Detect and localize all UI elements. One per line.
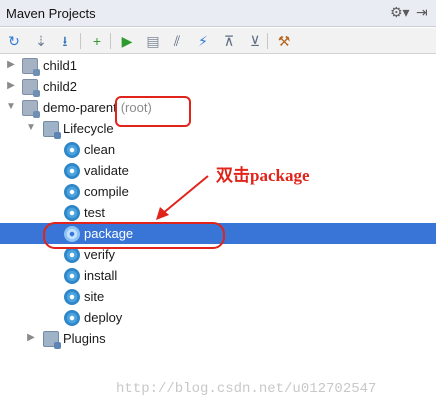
goal-label: validate bbox=[84, 163, 129, 178]
module-icon bbox=[22, 58, 40, 76]
tree-item-demo-parent[interactable]: ▼ demo-parent (root) bbox=[0, 97, 436, 118]
download-icon[interactable]: ⭳ bbox=[55, 31, 75, 51]
toolbar-separator bbox=[80, 33, 81, 49]
goal-gear-icon bbox=[64, 247, 80, 263]
generate-sources-icon[interactable]: ⇣ bbox=[31, 31, 51, 51]
watermark: http://blog.csdn.net/u012702547 bbox=[116, 381, 377, 397]
collapse-all-icon[interactable]: ⊼ bbox=[219, 31, 239, 51]
module-icon bbox=[22, 79, 40, 97]
goal-item-deploy[interactable]: deploy bbox=[0, 307, 436, 328]
goal-label: site bbox=[84, 289, 105, 304]
maven-settings-icon[interactable]: ⚒ bbox=[274, 31, 294, 51]
tree-item-child2[interactable]: ▶ child2 bbox=[0, 76, 436, 97]
goal-gear-icon bbox=[64, 289, 80, 305]
hide-panel-icon[interactable]: ⇥ bbox=[416, 4, 432, 22]
skip-tests-icon[interactable]: ⚡ bbox=[193, 31, 213, 51]
toolbar-separator bbox=[267, 33, 268, 49]
run-icon[interactable]: ▶ bbox=[117, 31, 137, 51]
add-icon[interactable]: + bbox=[87, 31, 107, 51]
toggle-offline-icon[interactable]: ⫽ bbox=[167, 31, 187, 51]
panel-header: Maven Projects ⚙▾ ⇥ bbox=[0, 0, 436, 27]
execute-goal-icon[interactable]: ▤ bbox=[143, 31, 163, 51]
chevron-down-icon[interactable]: ▼ bbox=[26, 123, 36, 133]
expand-all-icon[interactable]: ⊻ bbox=[245, 31, 265, 51]
goal-label: deploy bbox=[84, 310, 123, 325]
chevron-right-icon[interactable]: ▶ bbox=[26, 333, 36, 343]
goal-label: verify bbox=[84, 247, 116, 262]
tree-item-label: Lifecycle bbox=[63, 121, 114, 136]
gear-icon[interactable]: ⚙▾ bbox=[390, 4, 412, 22]
goal-label: clean bbox=[84, 142, 116, 157]
root-highlight-annotation bbox=[115, 96, 191, 127]
module-icon bbox=[22, 100, 40, 118]
chevron-down-icon[interactable]: ▼ bbox=[6, 102, 16, 112]
tree-item-lifecycle[interactable]: ▼ Lifecycle bbox=[0, 118, 436, 139]
tree-item-label: child1 bbox=[43, 58, 77, 73]
goal-gear-icon bbox=[64, 163, 80, 179]
goal-label: compile bbox=[84, 184, 129, 199]
goal-item-site[interactable]: site bbox=[0, 286, 436, 307]
project-name: demo-parent bbox=[43, 100, 117, 115]
goal-label: test bbox=[84, 205, 105, 220]
toolbar: ↻ ⇣ ⭳ + ▶ ▤ ⫽ ⚡ ⊼ ⊻ ⚒ bbox=[0, 28, 436, 54]
tree-item-label: Plugins bbox=[63, 331, 106, 346]
goal-label: install bbox=[84, 268, 118, 283]
tree-item-plugins[interactable]: ▶ Plugins bbox=[0, 328, 436, 349]
panel-title: Maven Projects bbox=[6, 6, 96, 21]
goal-gear-icon bbox=[64, 205, 80, 221]
goal-item-install[interactable]: install bbox=[0, 265, 436, 286]
chevron-right-icon[interactable]: ▶ bbox=[6, 81, 16, 91]
reimport-icon[interactable]: ↻ bbox=[4, 31, 24, 51]
goal-gear-icon bbox=[64, 268, 80, 284]
plugins-folder-icon bbox=[43, 331, 61, 349]
chevron-right-icon[interactable]: ▶ bbox=[6, 60, 16, 70]
lifecycle-folder-icon bbox=[43, 121, 61, 139]
package-highlight-annotation bbox=[43, 222, 225, 249]
annotation-text: 双击package bbox=[216, 166, 310, 185]
goal-gear-icon bbox=[64, 142, 80, 158]
goal-item-test[interactable]: test bbox=[0, 202, 436, 223]
tree-item-child1[interactable]: ▶ child1 bbox=[0, 55, 436, 76]
goal-item-clean[interactable]: clean bbox=[0, 139, 436, 160]
tree-item-label: child2 bbox=[43, 79, 77, 94]
toolbar-separator bbox=[110, 33, 111, 49]
goal-gear-icon bbox=[64, 310, 80, 326]
goal-gear-icon bbox=[64, 184, 80, 200]
